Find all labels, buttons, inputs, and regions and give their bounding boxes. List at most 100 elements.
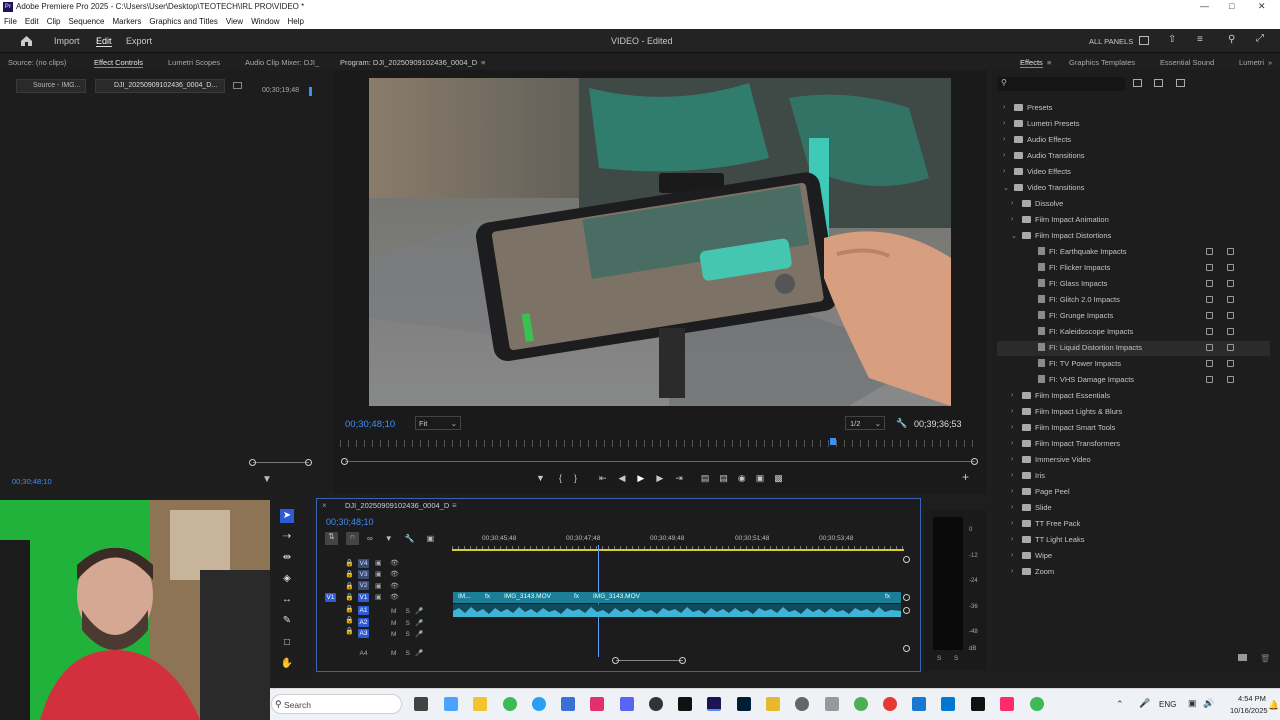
store-icon[interactable] bbox=[561, 697, 575, 711]
rectangle-tool-icon[interactable]: □ bbox=[280, 636, 294, 650]
chevron-right-icon[interactable]: › bbox=[1011, 424, 1013, 431]
chrome-profile-icon[interactable] bbox=[1030, 697, 1044, 711]
chevron-right-icon[interactable]: › bbox=[1011, 472, 1013, 479]
go-to-out-icon[interactable]: ⇥ bbox=[675, 473, 683, 484]
lock-icon[interactable]: 🔒 bbox=[345, 558, 354, 569]
add-button-icon[interactable]: + bbox=[962, 470, 969, 484]
hand-tool-icon[interactable]: ✋ bbox=[280, 657, 294, 671]
chevron-right-icon[interactable]: › bbox=[1011, 568, 1013, 575]
clock-date[interactable]: 10/16/2025 bbox=[1230, 706, 1268, 715]
slip-tool-icon[interactable]: ↔ bbox=[280, 593, 294, 607]
chevron-down-icon[interactable]: ⌄ bbox=[1011, 232, 1017, 240]
track-select-tool-icon[interactable]: ⇢ bbox=[280, 530, 294, 544]
taskbar-search-box[interactable]: ⚲ Search bbox=[271, 694, 402, 714]
app-icon-red[interactable] bbox=[883, 697, 897, 711]
home-icon[interactable] bbox=[20, 35, 33, 47]
import-tab[interactable]: Import bbox=[54, 36, 80, 46]
menu-markers[interactable]: Markers bbox=[113, 14, 142, 29]
audio-clip-a1[interactable] bbox=[453, 604, 901, 617]
menu-view[interactable]: View bbox=[226, 14, 243, 29]
network-icon[interactable]: ▣ bbox=[1188, 698, 1197, 709]
chrome-icon[interactable] bbox=[503, 697, 517, 711]
export-frame-icon[interactable]: ◉ bbox=[738, 473, 746, 484]
fullscreen-icon[interactable]: ⤢ bbox=[1256, 33, 1264, 44]
eye-icon[interactable]: 👁 bbox=[390, 558, 399, 569]
menu-graphics-titles[interactable]: Graphics and Titles bbox=[149, 14, 217, 29]
effects-folder[interactable]: Film Impact Distortions bbox=[1022, 231, 1111, 240]
export-tab[interactable]: Export bbox=[126, 36, 152, 46]
vertical-scroll-handle-bottom[interactable] bbox=[903, 645, 910, 652]
chevron-right-icon[interactable]: › bbox=[1011, 200, 1013, 207]
track-v4-label[interactable]: V4 bbox=[358, 559, 369, 568]
edge-icon[interactable] bbox=[532, 697, 546, 711]
video-frame[interactable] bbox=[369, 78, 951, 406]
timeline-zoom-handle-right[interactable] bbox=[679, 657, 686, 664]
effects-folder[interactable]: Audio Effects bbox=[1014, 135, 1071, 144]
effect-item[interactable]: FI: Kaleidoscope Impacts bbox=[1038, 327, 1133, 336]
program-zoom-handle-left[interactable] bbox=[341, 458, 348, 465]
effects-menu-icon[interactable]: ≡ bbox=[1047, 58, 1051, 67]
extract-icon[interactable]: ▤ bbox=[719, 473, 728, 484]
razor-tool-icon[interactable]: ◈ bbox=[280, 572, 294, 586]
mark-out-icon[interactable]: } bbox=[574, 473, 577, 483]
maximize-icon[interactable]: □ bbox=[1229, 1, 1234, 11]
effects-folder[interactable]: Video Transitions bbox=[1014, 183, 1084, 192]
copilot-icon[interactable] bbox=[444, 697, 458, 711]
discord-icon[interactable] bbox=[620, 697, 634, 711]
clock-time[interactable]: 4:54 PM bbox=[1238, 694, 1266, 703]
file-explorer-icon[interactable] bbox=[473, 697, 487, 711]
edit-tab[interactable]: Edit bbox=[96, 36, 112, 47]
snap-icon[interactable]: ∩ bbox=[346, 532, 359, 545]
tab-lumetri-scopes[interactable]: Lumetri Scopes bbox=[168, 58, 220, 67]
add-marker-icon[interactable]: ▼ bbox=[536, 473, 545, 483]
track-v1-label[interactable]: V1 bbox=[358, 593, 369, 602]
task-view-icon[interactable] bbox=[414, 697, 428, 711]
program-playhead[interactable] bbox=[830, 438, 836, 445]
track-a4-label[interactable]: A4 bbox=[358, 649, 369, 658]
vertical-scroll-handle-audio[interactable] bbox=[903, 607, 910, 614]
premiere-taskbar-icon[interactable] bbox=[707, 697, 721, 711]
tab-effect-controls[interactable]: Effect Controls bbox=[94, 58, 144, 68]
comparison-view-icon[interactable]: ▣ bbox=[756, 473, 765, 484]
track-a3-label[interactable]: A3 bbox=[358, 629, 369, 638]
effects-folder[interactable]: Film Impact Transformers bbox=[1022, 439, 1120, 448]
tab-source[interactable]: Source: (no clips) bbox=[8, 58, 66, 67]
effects-folder[interactable]: Film Impact Animation bbox=[1022, 215, 1109, 224]
captions-icon[interactable]: ▣ bbox=[427, 534, 435, 543]
effects-folder[interactable]: Zoom bbox=[1022, 567, 1054, 576]
sequence-clip-button[interactable]: DJI_20250909102436_0004_D... bbox=[95, 79, 225, 93]
outlook-icon[interactable] bbox=[941, 697, 955, 711]
tab-graphics-templates[interactable]: Graphics Templates bbox=[1069, 58, 1135, 67]
go-to-in-icon[interactable]: ⇤ bbox=[599, 473, 607, 484]
proxy-toggle-icon[interactable]: ▩ bbox=[774, 473, 783, 484]
solo-left-button[interactable]: S bbox=[937, 655, 941, 662]
mute-toggle-icon[interactable]: M S 🎤 bbox=[391, 606, 423, 618]
chevron-right-icon[interactable]: › bbox=[1011, 488, 1013, 495]
chevron-right-icon[interactable]: › bbox=[1003, 168, 1005, 175]
menu-clip[interactable]: Clip bbox=[47, 14, 61, 29]
program-time-ruler[interactable] bbox=[340, 440, 980, 447]
chevron-right-icon[interactable]: › bbox=[1003, 152, 1005, 159]
lift-icon[interactable]: ▤ bbox=[701, 473, 710, 484]
share-icon[interactable]: ⇧ bbox=[1168, 34, 1176, 45]
mark-in-icon[interactable]: { bbox=[559, 473, 562, 483]
track-a2-label[interactable]: A2 bbox=[358, 618, 369, 627]
filter-icon[interactable]: ▼ bbox=[262, 474, 272, 485]
program-monitor-title[interactable]: Program: DJI_20250909102436_0004_D bbox=[340, 58, 477, 67]
tab-audio-clip-mixer[interactable]: Audio Clip Mixer: DJI_ bbox=[245, 58, 319, 67]
panel-layout-icon[interactable] bbox=[1139, 36, 1149, 45]
video-clip-v1[interactable]: IM... fx IMG_3143.MOV fx IMG_3143.MOV fx bbox=[453, 592, 901, 603]
eye-icon[interactable]: 👁 bbox=[390, 569, 399, 580]
menu-edit[interactable]: Edit bbox=[25, 14, 39, 29]
chevron-right-icon[interactable]: › bbox=[1011, 504, 1013, 511]
step-forward-icon[interactable]: ▶ bbox=[656, 473, 663, 484]
search-icon[interactable]: ⚲ bbox=[1228, 34, 1235, 45]
source-clip-button[interactable]: Source - IMG... bbox=[16, 79, 86, 93]
all-panels-label[interactable]: ALL PANELS bbox=[1089, 37, 1133, 46]
mute-toggle-icon[interactable]: M S 🎤 bbox=[391, 618, 423, 630]
chevron-right-icon[interactable]: › bbox=[1003, 136, 1005, 143]
app-icon-green[interactable] bbox=[854, 697, 868, 711]
chevron-right-icon[interactable]: › bbox=[1011, 520, 1013, 527]
menu-lines-icon[interactable]: ≡ bbox=[1197, 34, 1203, 45]
effects-folder[interactable]: Film Impact Essentials bbox=[1022, 391, 1110, 400]
